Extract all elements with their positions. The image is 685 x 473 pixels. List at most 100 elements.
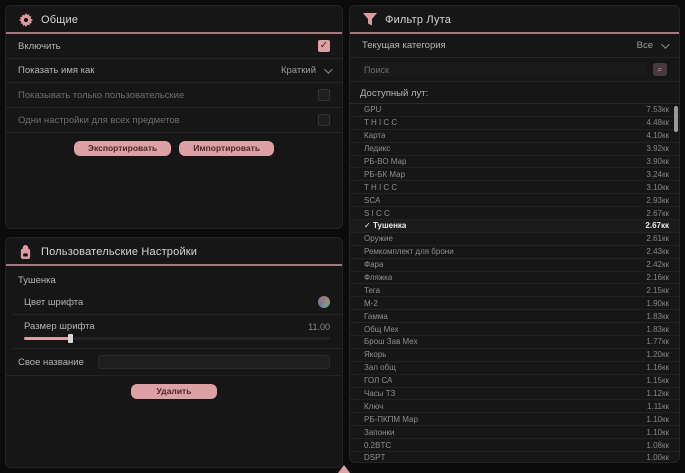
loot-item-value: 4.10кк [646, 131, 669, 140]
loot-list-item[interactable]: ГОЛ СА1.15кк [350, 375, 679, 388]
font-color-label: Цвет шрифта [24, 297, 83, 308]
slider-fill [24, 337, 70, 340]
enable-label: Включить [18, 41, 61, 52]
loot-item-name: Тега [364, 286, 380, 295]
setting-row-enable: Включить ✓ [6, 34, 342, 59]
loot-list-item[interactable]: Брош Зав Мех1.77кк [350, 336, 679, 349]
loot-item-name: Ледикс [364, 144, 390, 153]
loot-item-name: Фара [364, 260, 383, 269]
loot-list-item[interactable]: Ключ1.11кк [350, 400, 679, 413]
only-custom-checkbox[interactable] [318, 89, 330, 101]
loot-filter-header: Фильтр Лута [350, 6, 679, 34]
loot-list-item[interactable]: Ремкомплект для брони2.43кк [350, 246, 679, 259]
loot-item-name: Оружие [364, 234, 393, 243]
general-panel-header: Общие [6, 6, 342, 34]
loot-list-item[interactable]: Фляжка2.16кк [350, 272, 679, 285]
search-row: ⌕ [350, 58, 679, 82]
loot-list-item[interactable]: 0.2BTC1.08кк [350, 439, 679, 452]
scrollbar-thumb[interactable] [674, 106, 678, 132]
search-icon[interactable]: ⌕ [653, 63, 667, 76]
selected-item-name: Тушенка [6, 266, 342, 290]
loot-item-value: 1.20кк [646, 350, 669, 359]
loot-list-item[interactable]: РБ-БК Мар3.24кк [350, 168, 679, 181]
export-button[interactable]: Экспортировать [74, 141, 171, 156]
name-display-value: Краткий [281, 65, 316, 76]
general-panel: Общие Включить ✓ Показать имя как Кратки… [5, 5, 343, 229]
loot-item-name: Карта [364, 131, 385, 140]
name-display-select[interactable]: Краткий [281, 65, 330, 76]
loot-list-item[interactable]: РБ-ПКПМ Мар1.10кк [350, 413, 679, 426]
loot-list-item[interactable]: Запонки 1.10кк [350, 426, 679, 439]
search-input[interactable] [362, 62, 647, 77]
panel-resize-handle[interactable] [338, 465, 350, 473]
custom-name-input[interactable] [98, 355, 330, 369]
only-custom-label: Показывать только пользовательские [18, 90, 184, 101]
same-for-all-checkbox[interactable] [318, 114, 330, 126]
loot-list-item[interactable]: DSPT1.00кк [350, 452, 679, 462]
loot-item-value: 1.83кк [646, 325, 669, 334]
loot-list-item[interactable]: Фара 2.42кк [350, 259, 679, 272]
user-settings-panel: Пользовательские Настройки Тушенка Цвет … [5, 237, 343, 468]
loot-filter-title: Фильтр Лута [385, 14, 451, 26]
loot-item-value: 3.10кк [646, 183, 669, 192]
loot-list-container: GPU7.53ккT H I C C4.48ккКарта 4.10кк Ледик… [350, 103, 679, 462]
loot-list-item[interactable]: T H I C C4.48кк [350, 117, 679, 130]
loot-item-value: 7.53кк [646, 105, 669, 114]
loot-list-item[interactable]: Карта 4.10кк [350, 130, 679, 143]
loot-list-item[interactable]: SCA2.93кк [350, 194, 679, 207]
loot-list-item[interactable]: Тушенка2.67кк [350, 220, 679, 233]
loot-list-item[interactable]: Якорь 1.20кк [350, 349, 679, 362]
loot-list-item[interactable]: Зал общ1.16кк [350, 362, 679, 375]
loot-list-item[interactable]: Ледикс 3.92кк [350, 143, 679, 156]
loot-list-item[interactable]: М-2 1.90кк [350, 297, 679, 310]
loot-item-name: Запонки [364, 428, 394, 437]
loot-item-value: 3.92кк [646, 144, 669, 153]
loot-list-item[interactable]: Оружие 2.61кк [350, 233, 679, 246]
loot-item-value: 1.10кк [646, 428, 669, 437]
enable-checkbox[interactable]: ✓ [318, 40, 330, 52]
loot-list-item[interactable]: Часы ТЗ1.12кк [350, 388, 679, 401]
loot-item-name: РБ-ПКПМ Мар [364, 415, 418, 424]
import-button[interactable]: Импортировать [179, 141, 274, 156]
loot-item-name: М-2 [364, 299, 378, 308]
font-size-slider[interactable] [24, 337, 330, 340]
category-select[interactable]: Все [637, 40, 667, 51]
loot-item-value: 2.16кк [646, 273, 669, 282]
loot-list-item[interactable]: S I C C2.67кк [350, 207, 679, 220]
loot-item-value: 1.12кк [646, 389, 669, 398]
general-panel-title: Общие [41, 14, 78, 26]
loot-item-value: 2.42кк [646, 260, 669, 269]
import-export-row: Экспортировать Импортировать [6, 133, 342, 164]
right-column: Фильтр Лута Текущая категория Все ⌕ Дост… [349, 5, 680, 468]
loot-item-name: РБ-ВО Мар [364, 157, 406, 166]
loot-item-value: 2.61кк [646, 234, 669, 243]
loot-item-value: 1.77кк [646, 337, 669, 346]
loot-list-item[interactable]: Тега 2.15кк [350, 284, 679, 297]
category-value: Все [637, 40, 653, 51]
loot-item-value: 2.15кк [646, 286, 669, 295]
loot-item-name: РБ-БК Мар [364, 170, 405, 179]
loot-item-name: Зал общ [364, 363, 396, 372]
loot-item-name: Общ Мех [364, 325, 399, 334]
user-settings-title: Пользовательские Настройки [41, 246, 197, 258]
slider-handle[interactable] [68, 334, 73, 343]
color-picker-icon[interactable] [318, 296, 330, 308]
font-size-value: 11.00 [308, 322, 330, 332]
setting-row-only-custom: Показывать только пользовательские [6, 83, 342, 108]
loot-item-name: T H I C C [364, 183, 397, 192]
loot-item-name: Якорь [364, 350, 386, 359]
loot-list-item[interactable]: GPU7.53кк [350, 104, 679, 117]
custom-name-label: Свое название [18, 357, 84, 368]
loot-list-item[interactable]: T H I C C 3.10кк [350, 181, 679, 194]
chevron-down-icon [324, 65, 332, 73]
loot-list: GPU7.53ккT H I C C4.48ккКарта 4.10кк Ледик… [350, 104, 679, 462]
font-color-row: Цвет шрифта [12, 290, 342, 315]
loot-list-item[interactable]: Общ Мех 1.83кк [350, 323, 679, 336]
loot-list-item[interactable]: РБ-ВО Мар3.90кк [350, 156, 679, 169]
loot-item-value: 1.08кк [646, 441, 669, 450]
delete-button[interactable]: Удалить [131, 384, 218, 399]
loot-item-value: 2.67кк [646, 209, 669, 218]
category-row: Текущая категория Все [350, 34, 679, 58]
loot-item-value: 1.90кк [646, 299, 669, 308]
loot-list-item[interactable]: Гамма1.83кк [350, 310, 679, 323]
